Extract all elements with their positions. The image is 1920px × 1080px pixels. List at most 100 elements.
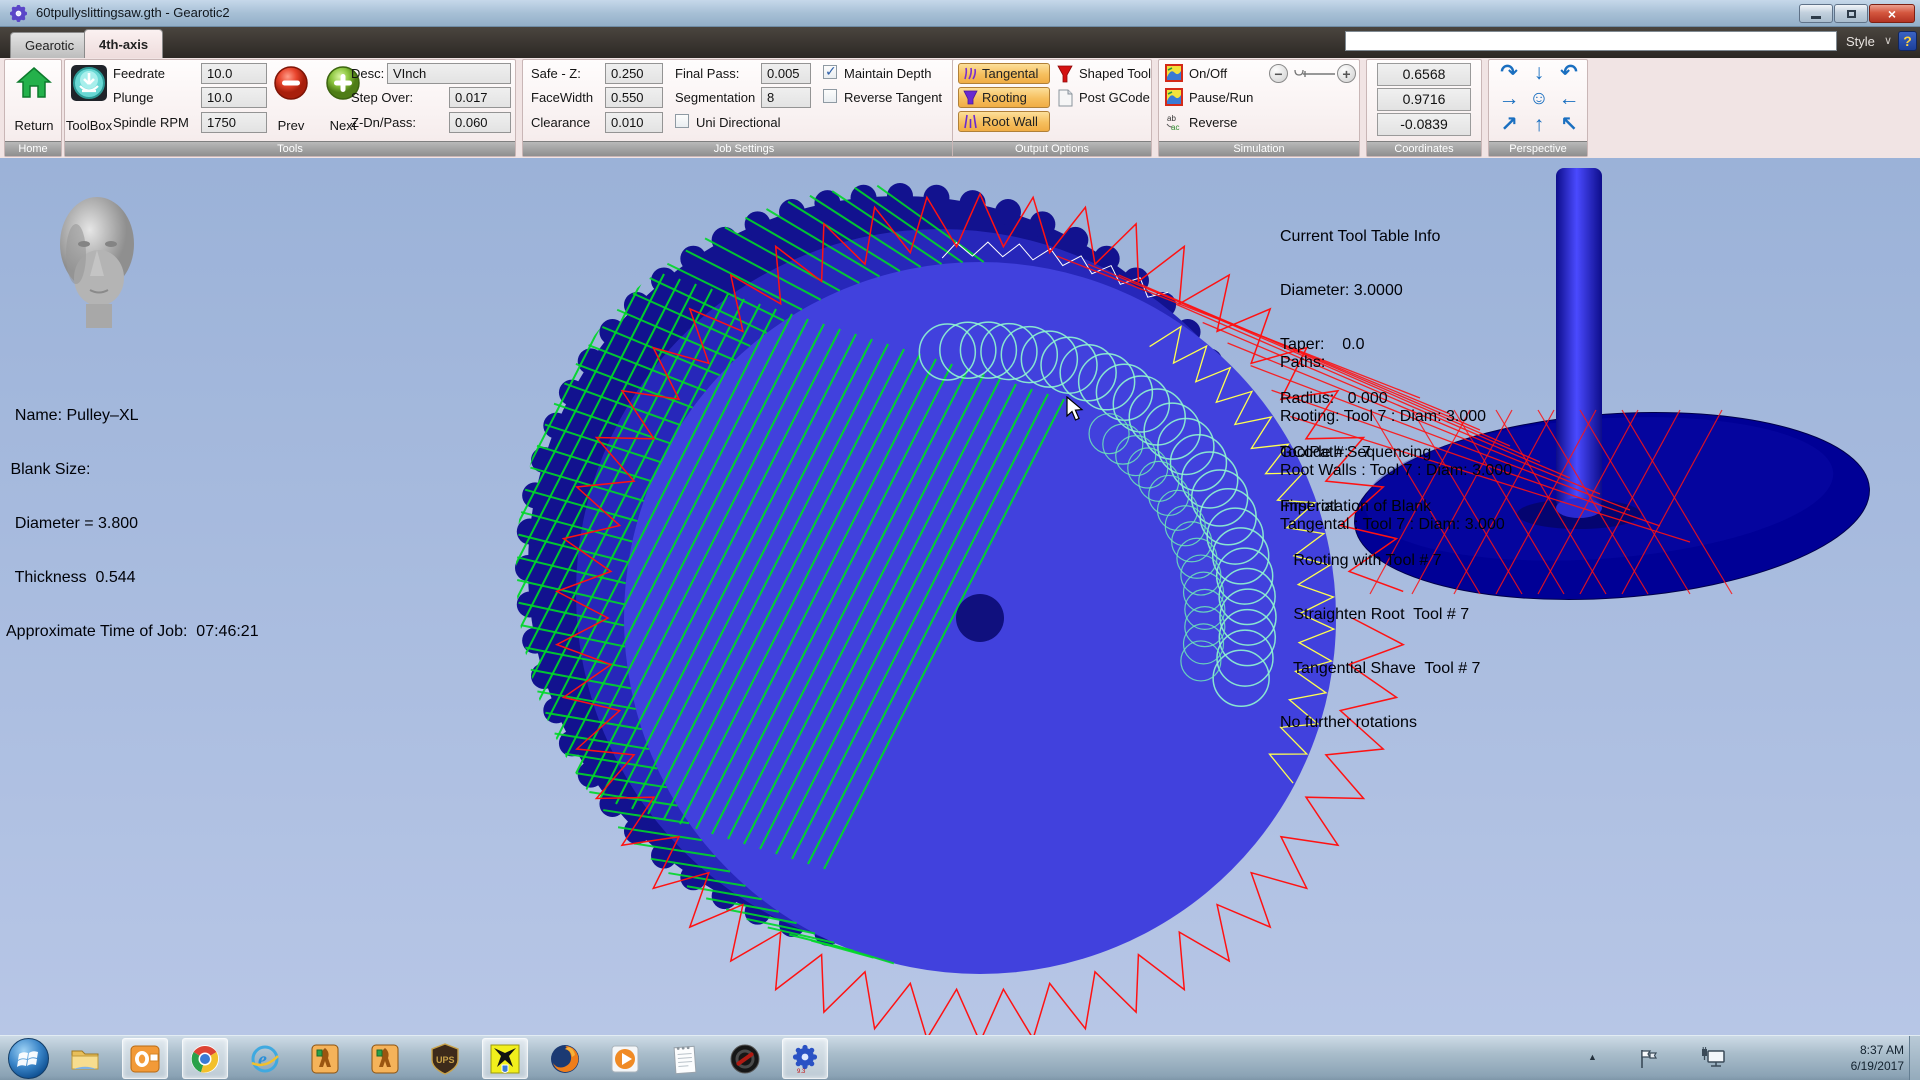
svg-text:e: e xyxy=(258,1049,267,1071)
tilt-left-icon[interactable]: ↖ xyxy=(1554,112,1584,138)
post-gcode-button[interactable] xyxy=(1055,88,1075,108)
taskbar-ups[interactable]: UPS xyxy=(422,1038,468,1079)
style-label: Style xyxy=(1846,34,1875,49)
cad-app-icon xyxy=(489,1043,521,1075)
3d-viewport[interactable]: Name: Pulley–XL Blank Size: Diameter = 3… xyxy=(0,158,1920,1035)
tangental-toggle[interactable]: Tangental xyxy=(958,63,1050,84)
uni-directional-label: Uni Directional xyxy=(696,115,781,130)
taskbar-orange-app-2[interactable] xyxy=(362,1038,408,1079)
facewidth-label: FaceWidth xyxy=(531,90,593,105)
restore-icon xyxy=(1847,10,1856,18)
shaped-tool-button[interactable] xyxy=(1055,64,1075,84)
taskbar-outlook[interactable] xyxy=(122,1038,168,1079)
reverse-tangent-checkbox[interactable] xyxy=(823,89,837,103)
tab-gearotic[interactable]: Gearotic xyxy=(10,32,89,58)
sim-speed-plus-button[interactable]: + xyxy=(1337,64,1356,83)
toolbox-icon xyxy=(70,64,108,102)
step-over-label: Step Over: xyxy=(351,90,413,105)
sim-reverse-button[interactable]: ab ac Reverse xyxy=(1165,113,1237,131)
start-button[interactable] xyxy=(8,1038,49,1079)
taskbar-media-player[interactable] xyxy=(602,1038,648,1079)
action-center-flag-icon[interactable] xyxy=(1638,1048,1660,1070)
show-desktop-button[interactable] xyxy=(1909,1036,1920,1080)
taskbar-orange-app-1[interactable] xyxy=(302,1038,348,1079)
svg-text:ab: ab xyxy=(1167,114,1176,123)
uni-directional-checkbox[interactable] xyxy=(675,114,689,128)
z-dn-pass-field[interactable]: 0.060 xyxy=(449,112,511,133)
minimize-button[interactable] xyxy=(1799,4,1833,23)
shaped-tool-icon xyxy=(1056,65,1074,83)
rooting-toggle[interactable]: Rooting xyxy=(958,87,1050,108)
group-label-perspective: Perspective xyxy=(1489,141,1587,156)
plunge-field[interactable]: 10.0 xyxy=(201,87,267,108)
group-label-tools: Tools xyxy=(65,141,515,156)
group-simulation: On/Off Pause/Run ab ac Reverse − xyxy=(1158,59,1360,157)
sim-pause-run-icon xyxy=(1165,88,1183,106)
title-bar[interactable]: 60tpullyslittingsaw.gth - Gearotic2 × xyxy=(0,0,1920,27)
maintain-depth-checkbox[interactable] xyxy=(823,65,837,79)
spindle-rpm-field[interactable]: 1750 xyxy=(201,112,267,133)
svg-text:ac: ac xyxy=(1171,123,1179,131)
system-clock[interactable]: 8:37 AM 6/19/2017 xyxy=(1851,1042,1904,1074)
close-button[interactable]: × xyxy=(1869,4,1915,23)
show-hidden-icons-button[interactable]: ▲ xyxy=(1588,1052,1597,1062)
clock-date: 6/19/2017 xyxy=(1851,1058,1904,1074)
coordinate-z-field[interactable]: -0.0839 xyxy=(1377,113,1471,136)
sim-onoff-button[interactable]: On/Off xyxy=(1165,64,1227,82)
pan-down-icon[interactable]: ↓ xyxy=(1524,60,1554,86)
facewidth-field[interactable]: 0.550 xyxy=(605,87,663,108)
coordinate-y-field[interactable]: 0.9716 xyxy=(1377,88,1471,111)
sim-reverse-icon: ab ac xyxy=(1165,113,1183,131)
group-label-coordinates: Coordinates xyxy=(1367,141,1481,156)
prev-tool-button[interactable] xyxy=(271,63,311,103)
orange-app-1-icon xyxy=(309,1043,341,1075)
toolpath-sequence-overlay: ToolPath Sequencing First rotation of Bl… xyxy=(1280,408,1480,768)
desc-label: Desc: xyxy=(351,66,384,81)
step-over-field[interactable]: 0.017 xyxy=(449,87,511,108)
rotate-cw-icon[interactable]: ↷ xyxy=(1494,60,1524,86)
taskbar-firefox[interactable] xyxy=(542,1038,588,1079)
root-wall-toggle[interactable]: Root Wall xyxy=(958,111,1050,132)
spindle-rpm-label: Spindle RPM xyxy=(113,115,189,130)
sim-speed-slider[interactable] xyxy=(1291,67,1337,81)
group-tools: ToolBox Feedrate Plunge Spindle RPM 10.0… xyxy=(64,59,516,157)
clearance-field[interactable]: 0.010 xyxy=(605,112,663,133)
final-pass-field[interactable]: 0.005 xyxy=(761,63,811,84)
tilt-right-icon[interactable]: ↗ xyxy=(1494,112,1524,138)
pan-up-icon[interactable]: ↑ xyxy=(1524,112,1554,138)
sim-speed-minus-button[interactable]: − xyxy=(1269,64,1288,83)
rooting-icon xyxy=(963,90,978,105)
coordinate-x-field[interactable]: 0.6568 xyxy=(1377,63,1471,86)
restore-button[interactable] xyxy=(1834,4,1868,23)
help-button[interactable]: ? xyxy=(1898,31,1917,51)
return-button[interactable] xyxy=(14,63,54,103)
segmentation-field[interactable]: 8 xyxy=(761,87,811,108)
taskbar-chrome[interactable] xyxy=(182,1038,228,1079)
tangental-label: Tangental xyxy=(982,66,1038,81)
taskbar-camera-app[interactable] xyxy=(722,1038,768,1079)
chevron-down-icon[interactable]: ∨ xyxy=(1884,34,1892,47)
taskbar-cad-app[interactable] xyxy=(482,1038,528,1079)
rotate-ccw-icon[interactable]: ↶ xyxy=(1554,60,1584,86)
post-gcode-icon xyxy=(1056,89,1074,107)
sim-pause-run-button[interactable]: Pause/Run xyxy=(1165,88,1253,106)
sim-reverse-label: Reverse xyxy=(1189,115,1237,130)
post-gcode-label: Post GCode xyxy=(1079,90,1150,105)
pan-right-icon[interactable]: → xyxy=(1494,86,1524,112)
taskbar-gearotic[interactable]: 9.3 xyxy=(782,1038,828,1079)
taskbar-windows-explorer[interactable] xyxy=(62,1038,108,1079)
toolbox-label: ToolBox xyxy=(63,118,115,133)
tab-4th-axis[interactable]: 4th-axis xyxy=(84,29,163,58)
reset-view-icon[interactable]: ☺ xyxy=(1524,86,1554,112)
window-title: 60tpullyslittingsaw.gth - Gearotic2 xyxy=(36,5,230,20)
taskbar-internet-explorer[interactable]: e xyxy=(242,1038,288,1079)
safe-z-field[interactable]: 0.250 xyxy=(605,63,663,84)
desc-field[interactable]: VInch xyxy=(387,63,511,84)
toolbox-button[interactable] xyxy=(69,63,109,103)
network-icon[interactable] xyxy=(1700,1047,1726,1071)
blank-info-overlay: Name: Pulley–XL Blank Size: Diameter = 3… xyxy=(6,371,259,677)
taskbar-notepad[interactable] xyxy=(662,1038,708,1079)
style-input[interactable] xyxy=(1345,31,1837,51)
feedrate-field[interactable]: 10.0 xyxy=(201,63,267,84)
pan-left-icon[interactable]: ← xyxy=(1554,86,1584,112)
